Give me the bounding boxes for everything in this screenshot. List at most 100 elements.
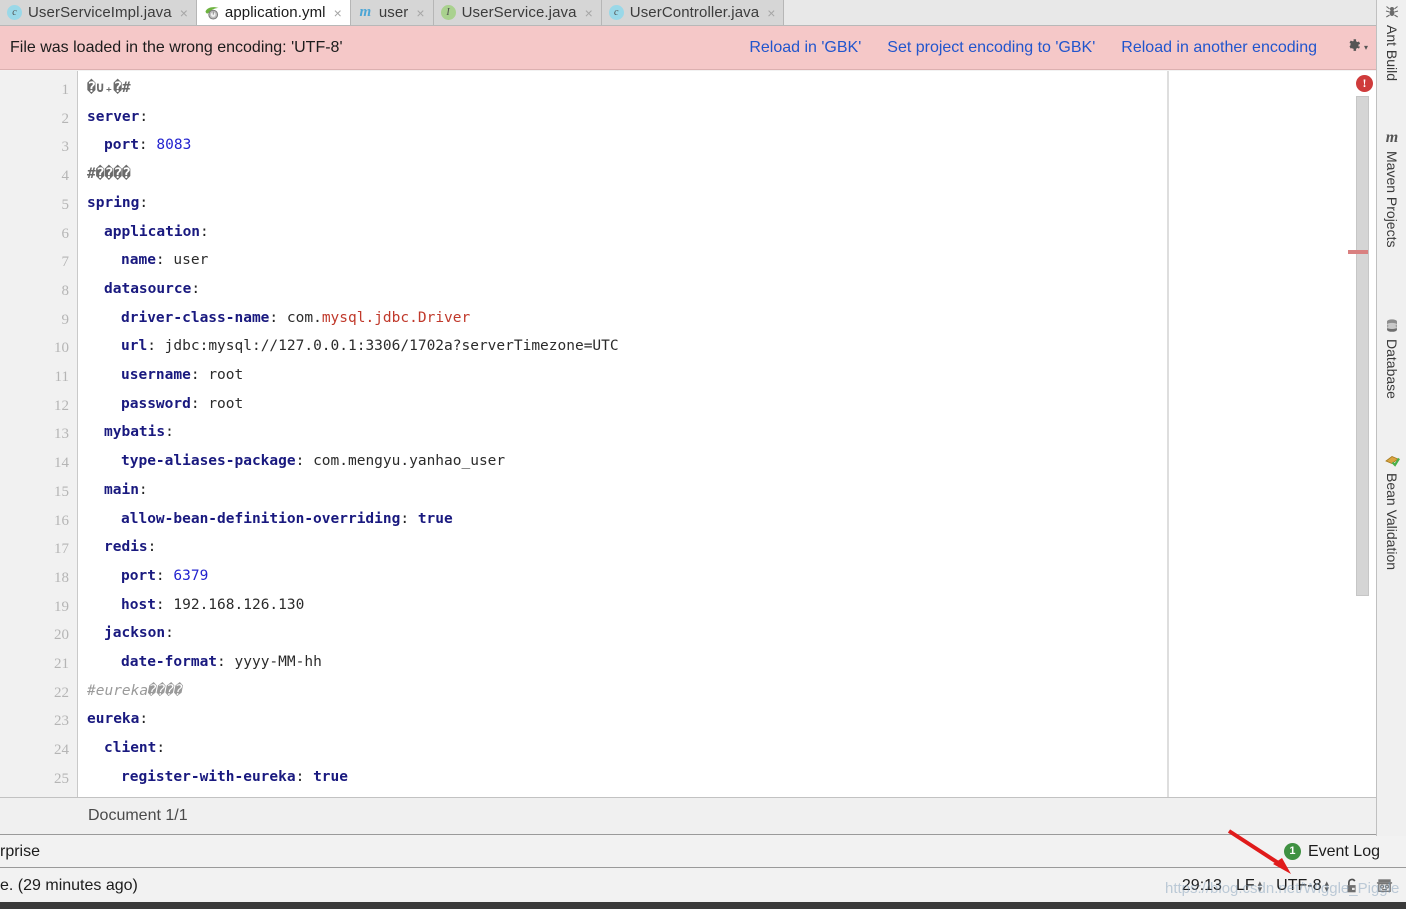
encoding-spinner[interactable]: ▴▾ [1324,880,1329,892]
line-number: 17 [54,541,69,558]
line-number: 1 [62,82,70,99]
line-number: 24 [54,742,69,759]
set-project-encoding-link[interactable]: Set project encoding to 'GBK' [887,39,1095,57]
inspector-face-icon[interactable] [1375,876,1394,895]
code-line[interactable]: username: root [87,367,243,383]
status-bar-upper: rprise 1 Event Log [0,836,1406,868]
line-separator-indicator[interactable]: LF ▴▾ [1236,877,1262,895]
code-line[interactable]: port: 6379 [87,568,208,584]
line-number: 14 [54,455,69,472]
code-line[interactable]: host: 192.168.126.130 [87,597,304,613]
editor-vertical-scrollbar[interactable] [1356,96,1369,596]
close-icon[interactable]: × [180,6,188,20]
line-number: 11 [55,369,69,386]
editor-tab-userservice[interactable]: I UserService.java × [434,0,602,25]
code-line[interactable]: #eureka���� [87,683,183,699]
code-line[interactable]: �∪₊�# [87,80,131,96]
tool-button-maven-projects[interactable]: m Maven Projects [1377,130,1406,247]
code-line[interactable]: datasource: [87,281,200,297]
event-log-button[interactable]: 1 Event Log [1284,843,1406,861]
document-strip: Document 1/1 [0,797,1376,835]
tool-button-label: Database [1384,339,1400,399]
code-line[interactable]: application: [87,224,209,240]
code-line[interactable]: date-format: yyyy-MM-hh [87,654,322,670]
line-number: 25 [54,771,69,788]
code-line[interactable]: type-aliases-package: com.mengyu.yanhao_… [87,453,505,469]
notification-actions: Reload in 'GBK' Set project encoding to … [749,37,1376,59]
line-number: 21 [54,656,69,673]
database-icon [1384,318,1400,334]
line-number: 16 [54,513,69,530]
line-number: 12 [54,398,69,415]
line-number: 10 [54,340,69,357]
tool-button-label: Maven Projects [1384,151,1400,247]
encoding-label: UTF-8 [1276,877,1321,895]
notification-settings-group[interactable]: ▾ [1345,37,1368,59]
editor-tab-userserviceimpl[interactable]: c UserServiceImpl.java × [0,0,197,25]
code-line[interactable]: #���� [87,166,131,182]
interface-icon: I [441,5,456,20]
reload-in-another-encoding-link[interactable]: Reload in another encoding [1121,39,1317,57]
code-line[interactable]: register-with-eureka: true [87,769,348,785]
close-icon[interactable]: × [767,6,775,20]
line-number: 7 [62,254,70,271]
line-separator-spinner[interactable]: ▴▾ [1258,880,1263,892]
code-line[interactable]: url: jdbc:mysql://127.0.0.1:3306/1702a?s… [87,338,619,354]
line-number: 2 [62,111,70,128]
code-line[interactable]: allow-bean-definition-overriding: true [87,511,453,527]
code-line[interactable]: main: [87,482,148,498]
caret-position-indicator[interactable]: 29:13 [1182,877,1222,895]
line-number: 22 [54,685,69,702]
tool-button-label: Bean Validation [1384,473,1400,570]
document-counter-label: Document 1/1 [88,807,188,825]
chevron-down-icon[interactable]: ▾ [1364,43,1368,52]
truncated-status-text: rprise [0,843,40,861]
spring-config-icon [204,5,219,20]
notification-message: File was loaded in the wrong encoding: '… [10,39,343,57]
tool-button-label: Ant Build [1384,25,1400,81]
gear-icon[interactable] [1345,37,1362,59]
module-icon: m [358,5,373,20]
code-line[interactable]: mybatis: [87,424,174,440]
line-number-gutter: 1234567891011121314151617181920212223242… [0,71,78,797]
tool-button-database[interactable]: Database [1377,318,1406,399]
ant-icon [1384,4,1400,20]
code-line[interactable]: port: 8083 [87,137,191,153]
code-line[interactable]: server: [87,109,148,125]
editor-tab-usercontroller[interactable]: c UserController.java × [602,0,785,25]
close-icon[interactable]: × [416,6,424,20]
code-line[interactable]: spring: [87,195,148,211]
code-line[interactable]: driver-class-name: com.mysql.jdbc.Driver [87,310,470,326]
tool-button-bean-validation[interactable]: Bean Validation [1377,452,1406,570]
error-indicator-icon[interactable]: ! [1356,75,1373,92]
editor-split-separator [1167,71,1169,797]
close-icon[interactable]: × [334,6,342,20]
code-line[interactable]: client: [87,740,165,756]
unlocked-padlock-icon[interactable] [1343,877,1361,895]
line-number: 23 [54,713,69,730]
code-line[interactable]: redis: [87,539,156,555]
line-number: 15 [54,484,69,501]
encoding-indicator[interactable]: UTF-8 ▴▾ [1276,877,1329,895]
scrollbar-error-marker[interactable] [1348,250,1368,254]
idea-window: c UserServiceImpl.java × application.yml… [0,0,1406,909]
editor-tab-application-yml[interactable]: application.yml × [197,0,351,25]
encoding-notification-bar: File was loaded in the wrong encoding: '… [0,26,1376,70]
code-content[interactable]: �∪₊�# server: port: 8083 #���� spring: applic… [79,71,1376,797]
code-line[interactable]: jackson: [87,625,174,641]
status-bar-items: 29:13 LF ▴▾ UTF-8 ▴▾ [1182,876,1406,895]
class-icon: c [609,5,624,20]
code-line[interactable]: password: root [87,396,243,412]
code-line[interactable]: name: user [87,252,208,268]
line-number: 19 [54,599,69,616]
code-line[interactable]: eureka: [87,711,148,727]
reload-in-gbk-link[interactable]: Reload in 'GBK' [749,39,861,57]
code-editor[interactable]: 1234567891011121314151617181920212223242… [0,71,1376,797]
editor-tab-strip: c UserServiceImpl.java × application.yml… [0,0,1376,26]
close-icon[interactable]: × [585,6,593,20]
class-icon: c [7,5,22,20]
maven-m-icon: m [1384,130,1400,146]
editor-tab-user[interactable]: m user × [351,0,434,25]
tool-button-ant-build[interactable]: Ant Build [1377,4,1406,81]
line-number: 4 [62,168,70,185]
